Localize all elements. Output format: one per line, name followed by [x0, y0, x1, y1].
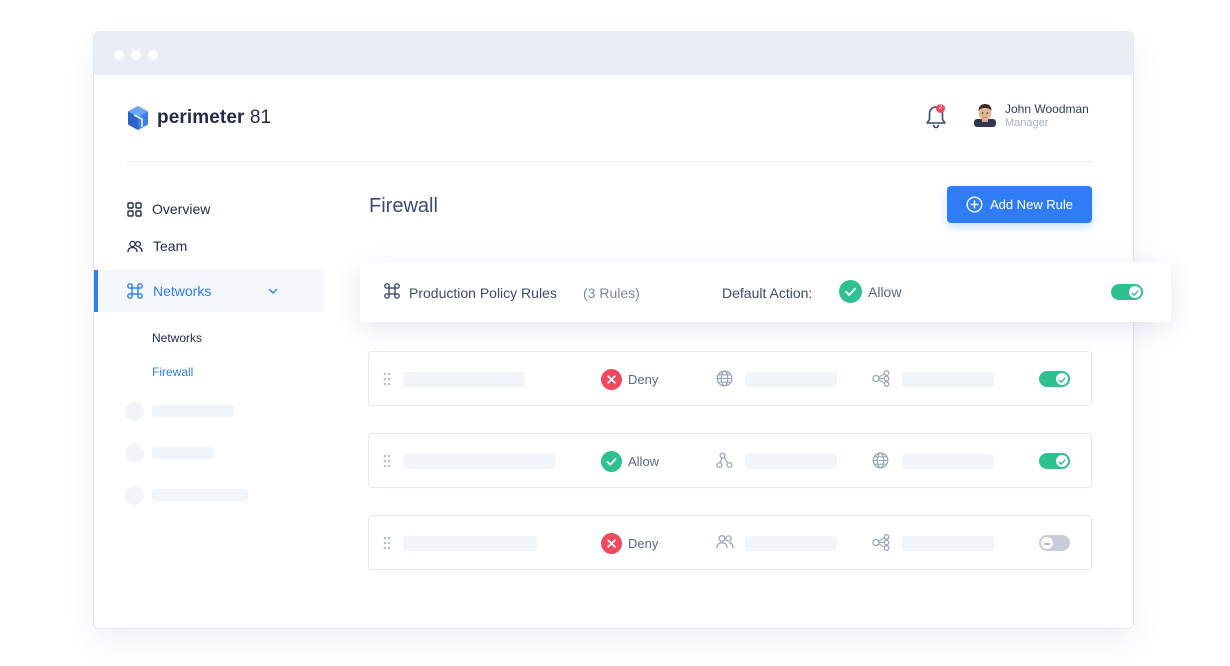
globe-icon [716, 370, 733, 387]
check-circle-icon [839, 280, 862, 303]
rule-name-placeholder [403, 372, 525, 387]
sidebar-placeholder-icon [125, 402, 144, 421]
toggle-knob [1056, 373, 1068, 385]
minus-icon [1043, 543, 1051, 545]
sidebar-subitem-networks[interactable]: Networks [152, 331, 202, 345]
rule-destination-placeholder [902, 454, 994, 469]
chevron-down-icon[interactable] [267, 285, 279, 297]
window-control-dot[interactable] [131, 50, 141, 60]
users-icon [127, 240, 143, 252]
users-icon [716, 535, 734, 549]
graph-icon [716, 452, 733, 469]
toggle-knob [1129, 286, 1141, 298]
check-icon [1058, 377, 1066, 383]
brand-name: perimeter 81 [157, 107, 272, 128]
brand-logo[interactable]: perimeter 81 [127, 105, 271, 131]
cube-logo-icon [128, 106, 148, 130]
sidebar-item-networks[interactable]: Networks [127, 283, 211, 299]
rule-destination-placeholder [902, 536, 994, 551]
add-new-rule-button[interactable]: Add New Rule [947, 186, 1092, 223]
sidebar-subitem-firewall[interactable]: Firewall [152, 365, 193, 379]
check-circle-icon [601, 451, 622, 472]
toggle-knob [1056, 455, 1068, 467]
drag-handle-icon[interactable] [383, 454, 391, 468]
deny-icon [601, 369, 622, 390]
rule-toggle[interactable] [1039, 535, 1070, 551]
rule-action-label: Allow [628, 454, 660, 469]
sidebar-item-label: Overview [152, 201, 211, 217]
policy-toggle[interactable] [1111, 284, 1143, 300]
policy-card[interactable]: Production Policy Rules (3 Rules) Defaul… [360, 262, 1171, 322]
nodes-icon [872, 534, 890, 551]
sidebar-item-overview[interactable]: Overview [127, 201, 210, 217]
policy-name: Production Policy Rules [409, 285, 557, 301]
app-window: perimeter 81 2 John Woodman Manager Over… [93, 31, 1171, 629]
plus-circle-icon [966, 196, 983, 213]
sidebar-placeholder-label [152, 405, 234, 417]
window-titlebar [94, 32, 1133, 75]
add-new-rule-label: Add New Rule [989, 197, 1074, 212]
rule-action-label: Deny [628, 536, 659, 551]
nodes-icon [872, 370, 890, 387]
default-action-value: Allow [868, 284, 902, 300]
sidebar-placeholder-icon [125, 486, 144, 505]
header-divider [127, 161, 1093, 162]
deny-icon [601, 533, 622, 554]
sidebar-placeholder-icon [125, 444, 144, 463]
check-icon [1131, 290, 1139, 296]
sidebar-item-label: Networks [153, 283, 212, 299]
user-name[interactable]: John Woodman [1005, 102, 1089, 116]
network-icon [127, 283, 143, 299]
rule-source-placeholder [745, 372, 837, 387]
grid-icon [127, 201, 142, 217]
rule-row[interactable]: Deny [368, 515, 1092, 570]
drag-handle-icon[interactable] [383, 372, 391, 386]
sidebar-item-label: Team [153, 238, 188, 254]
rule-name-placeholder [403, 536, 537, 551]
notification-badge: 2 [936, 104, 945, 113]
network-icon [384, 283, 400, 299]
default-action-label: Default Action: [722, 285, 813, 301]
rule-toggle[interactable] [1039, 453, 1070, 469]
page-title: Firewall [369, 195, 438, 217]
sidebar-placeholder-label [152, 447, 214, 459]
window-control-dot[interactable] [114, 50, 124, 60]
globe-icon [872, 452, 889, 469]
sidebar-item-team[interactable]: Team [127, 238, 187, 254]
window-control-dot[interactable] [148, 50, 158, 60]
rule-source-placeholder [745, 536, 837, 551]
rule-row[interactable]: Allow [368, 433, 1092, 488]
rule-source-placeholder [745, 454, 837, 469]
rule-name-placeholder [403, 454, 555, 469]
sidebar-placeholder-label [152, 489, 248, 501]
check-icon [1058, 459, 1066, 465]
policy-rule-count: (3 Rules) [583, 285, 640, 301]
rule-toggle[interactable] [1039, 371, 1070, 387]
toggle-knob [1041, 537, 1053, 549]
user-role: Manager [1005, 117, 1049, 129]
drag-handle-icon[interactable] [383, 536, 391, 550]
rule-row[interactable]: Deny [368, 351, 1092, 406]
rule-action-label: Deny [628, 372, 659, 387]
rule-destination-placeholder [902, 372, 994, 387]
avatar[interactable] [974, 103, 996, 127]
